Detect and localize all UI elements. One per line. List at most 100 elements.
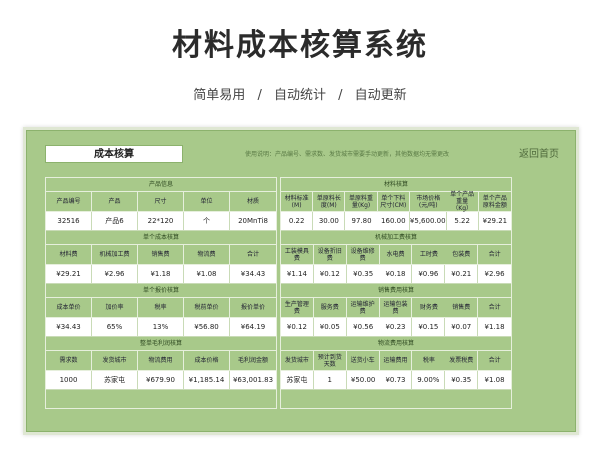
column-header: 材料标准(M) — [281, 192, 314, 212]
column-header: 财务费 — [412, 298, 446, 318]
column-header: 加价率 — [92, 298, 138, 318]
column-header: 合计 — [230, 245, 276, 265]
column-header: 单原料长度(M) — [313, 192, 346, 212]
value-cell[interactable]: ¥2.96 — [478, 265, 511, 284]
value-cell[interactable]: ¥63,001.83 — [230, 371, 276, 390]
value-cell[interactable]: ¥0.56 — [346, 318, 380, 337]
section-table: 产品编号 产品 尺寸 单位 材质 32516 产品6 22*120 个 20MnTi8 — [46, 192, 276, 231]
value-cell[interactable]: ¥0.15 — [412, 318, 446, 337]
column-header: 产品编号 — [46, 192, 92, 212]
value-cell[interactable]: ¥1.18 — [138, 265, 184, 284]
value-cell[interactable]: ¥0.05 — [313, 318, 347, 337]
column-header: 材质 — [230, 192, 276, 212]
value-cell[interactable]: 5.22 — [446, 212, 479, 231]
value-cell[interactable]: 65% — [92, 318, 138, 337]
value-cell[interactable]: ¥34.43 — [230, 265, 276, 284]
value-cell[interactable]: 9.00% — [412, 371, 446, 390]
column-header: 单个下料尺寸(CM) — [377, 192, 410, 212]
value-cell[interactable]: ¥29.21 — [46, 265, 92, 284]
page-title: 材料成本核算系统 — [172, 28, 428, 63]
value-cell[interactable]: ¥64.19 — [230, 318, 276, 337]
column-header: 工时费 — [412, 245, 446, 265]
section-title: 整单毛利润核算 — [46, 337, 276, 351]
section-table: 生产管理费 服务费 运输维护费 运输包装费 财务费 销售费 合计 ¥0.12 ¥0.05 ¥0.5… — [281, 298, 511, 337]
column-header: 单位 — [184, 192, 230, 212]
value-cell[interactable]: 0.22 — [281, 212, 314, 231]
value-cell[interactable]: ¥5,600.00 — [409, 212, 447, 231]
value-cell[interactable]: 97.80 — [345, 212, 378, 231]
column-header: 单个产品重量（Kg） — [446, 191, 479, 212]
column-header: 包装费 — [445, 245, 479, 265]
back-home-button[interactable]: 返回首页 — [519, 145, 559, 160]
column-header: 毛利润金额 — [230, 351, 276, 371]
value-cell[interactable]: 22*120 — [138, 212, 184, 231]
value-cell[interactable]: ¥29.21 — [478, 212, 511, 231]
column-header: 需求数 — [46, 351, 92, 371]
subtitle-part: 自动统计 — [273, 88, 326, 103]
value-cell[interactable]: ¥0.18 — [379, 265, 413, 284]
value-cell[interactable]: ¥0.35 — [445, 371, 479, 390]
value-cell[interactable]: ¥679.90 — [138, 371, 184, 390]
value-cell[interactable]: ¥0.12 — [281, 318, 314, 337]
value-cell[interactable]: ¥1.18 — [478, 318, 511, 337]
value-cell[interactable]: ¥0.23 — [379, 318, 413, 337]
column-header: 送货小车 — [346, 351, 380, 371]
value-cell[interactable]: ¥2.96 — [92, 265, 138, 284]
subtitle-sep: / — [257, 88, 262, 103]
column-header: 产品 — [92, 192, 138, 212]
value-cell[interactable]: ¥56.80 — [184, 318, 230, 337]
spreadsheet-frame: 成本核算 使用说明：产品编号、需求数、发货城市需要手动更新，其他数据均无需更改 … — [23, 127, 579, 435]
value-cell[interactable]: 30.00 — [313, 212, 346, 231]
value-cell[interactable]: ¥0.07 — [445, 318, 479, 337]
section-table: 成本单价 加价率 税率 税前单价 报价单价 ¥34.43 65% 13% ¥56.80 ¥64.1… — [46, 298, 276, 337]
left-panel: 产品信息 产品编号 产品 尺寸 单位 材质 32516 产品6 22*120 个 20MnTi8 单个… — [45, 177, 277, 409]
section-title: 销售费用核算 — [281, 284, 511, 298]
column-header: 成本价格 — [184, 351, 230, 371]
subtitle-part: 简单易用 — [193, 88, 246, 103]
value-cell[interactable]: ¥1,185.14 — [184, 371, 230, 390]
section-title: 材料核算 — [281, 178, 511, 192]
value-cell[interactable]: 20MnTi8 — [230, 212, 276, 231]
value-cell[interactable]: 13% — [138, 318, 184, 337]
value-cell[interactable]: 苏家屯 — [92, 371, 138, 390]
column-header: 报价单价 — [230, 298, 276, 318]
column-header: 运输包装费 — [379, 298, 413, 318]
column-header: 物流费用 — [138, 351, 184, 371]
column-header: 合计 — [478, 245, 511, 265]
value-cell[interactable]: ¥0.35 — [346, 265, 380, 284]
value-cell[interactable]: ¥0.96 — [412, 265, 446, 284]
value-cell[interactable]: ¥1.08 — [184, 265, 230, 284]
column-header: 服务费 — [313, 298, 347, 318]
column-header: 单个产品原料金额 — [478, 192, 511, 212]
section-title: 单个报价核算 — [46, 284, 276, 298]
value-cell[interactable]: 32516 — [46, 212, 92, 231]
value-cell[interactable]: ¥0.73 — [379, 371, 413, 390]
column-header: 材料费 — [46, 245, 92, 265]
column-header: 成本单价 — [46, 298, 92, 318]
value-cell[interactable]: ¥34.43 — [46, 318, 92, 337]
section-title: 物流费用核算 — [281, 337, 511, 351]
column-header: 销售费 — [445, 298, 479, 318]
value-cell[interactable]: ¥0.12 — [313, 265, 347, 284]
value-cell[interactable]: 1 — [313, 371, 347, 390]
value-cell[interactable]: 160.00 — [377, 212, 410, 231]
value-cell[interactable]: 苏家屯 — [281, 371, 314, 390]
value-cell[interactable]: ¥0.21 — [445, 265, 479, 284]
subtitle: 简单易用 / 自动统计 / 自动更新 — [0, 84, 600, 103]
column-header: 发货城市 — [92, 351, 138, 371]
value-cell[interactable]: 个 — [184, 212, 230, 231]
value-cell[interactable]: 1000 — [46, 371, 92, 390]
column-header: 单原料重量(Kg) — [345, 192, 378, 212]
column-header: 税前单价 — [184, 298, 230, 318]
column-header: 税率 — [138, 298, 184, 318]
value-cell[interactable]: ¥1.08 — [478, 371, 511, 390]
column-header: 机械加工费 — [92, 245, 138, 265]
column-header: 运输费用 — [379, 351, 413, 371]
section-table: 材料费 机械加工费 销售费 物流费 合计 ¥29.21 ¥2.96 ¥1.18 ¥1.08 ¥34… — [46, 245, 276, 284]
value-cell[interactable]: ¥50.00 — [346, 371, 380, 390]
usage-note: 使用说明：产品编号、需求数、发货城市需要手动更新，其他数据均无需更改 — [245, 151, 450, 158]
section-title: 产品信息 — [46, 178, 276, 192]
column-header: 预计到货天数 — [313, 351, 347, 371]
value-cell[interactable]: 产品6 — [92, 212, 138, 231]
value-cell[interactable]: ¥1.14 — [281, 265, 314, 284]
